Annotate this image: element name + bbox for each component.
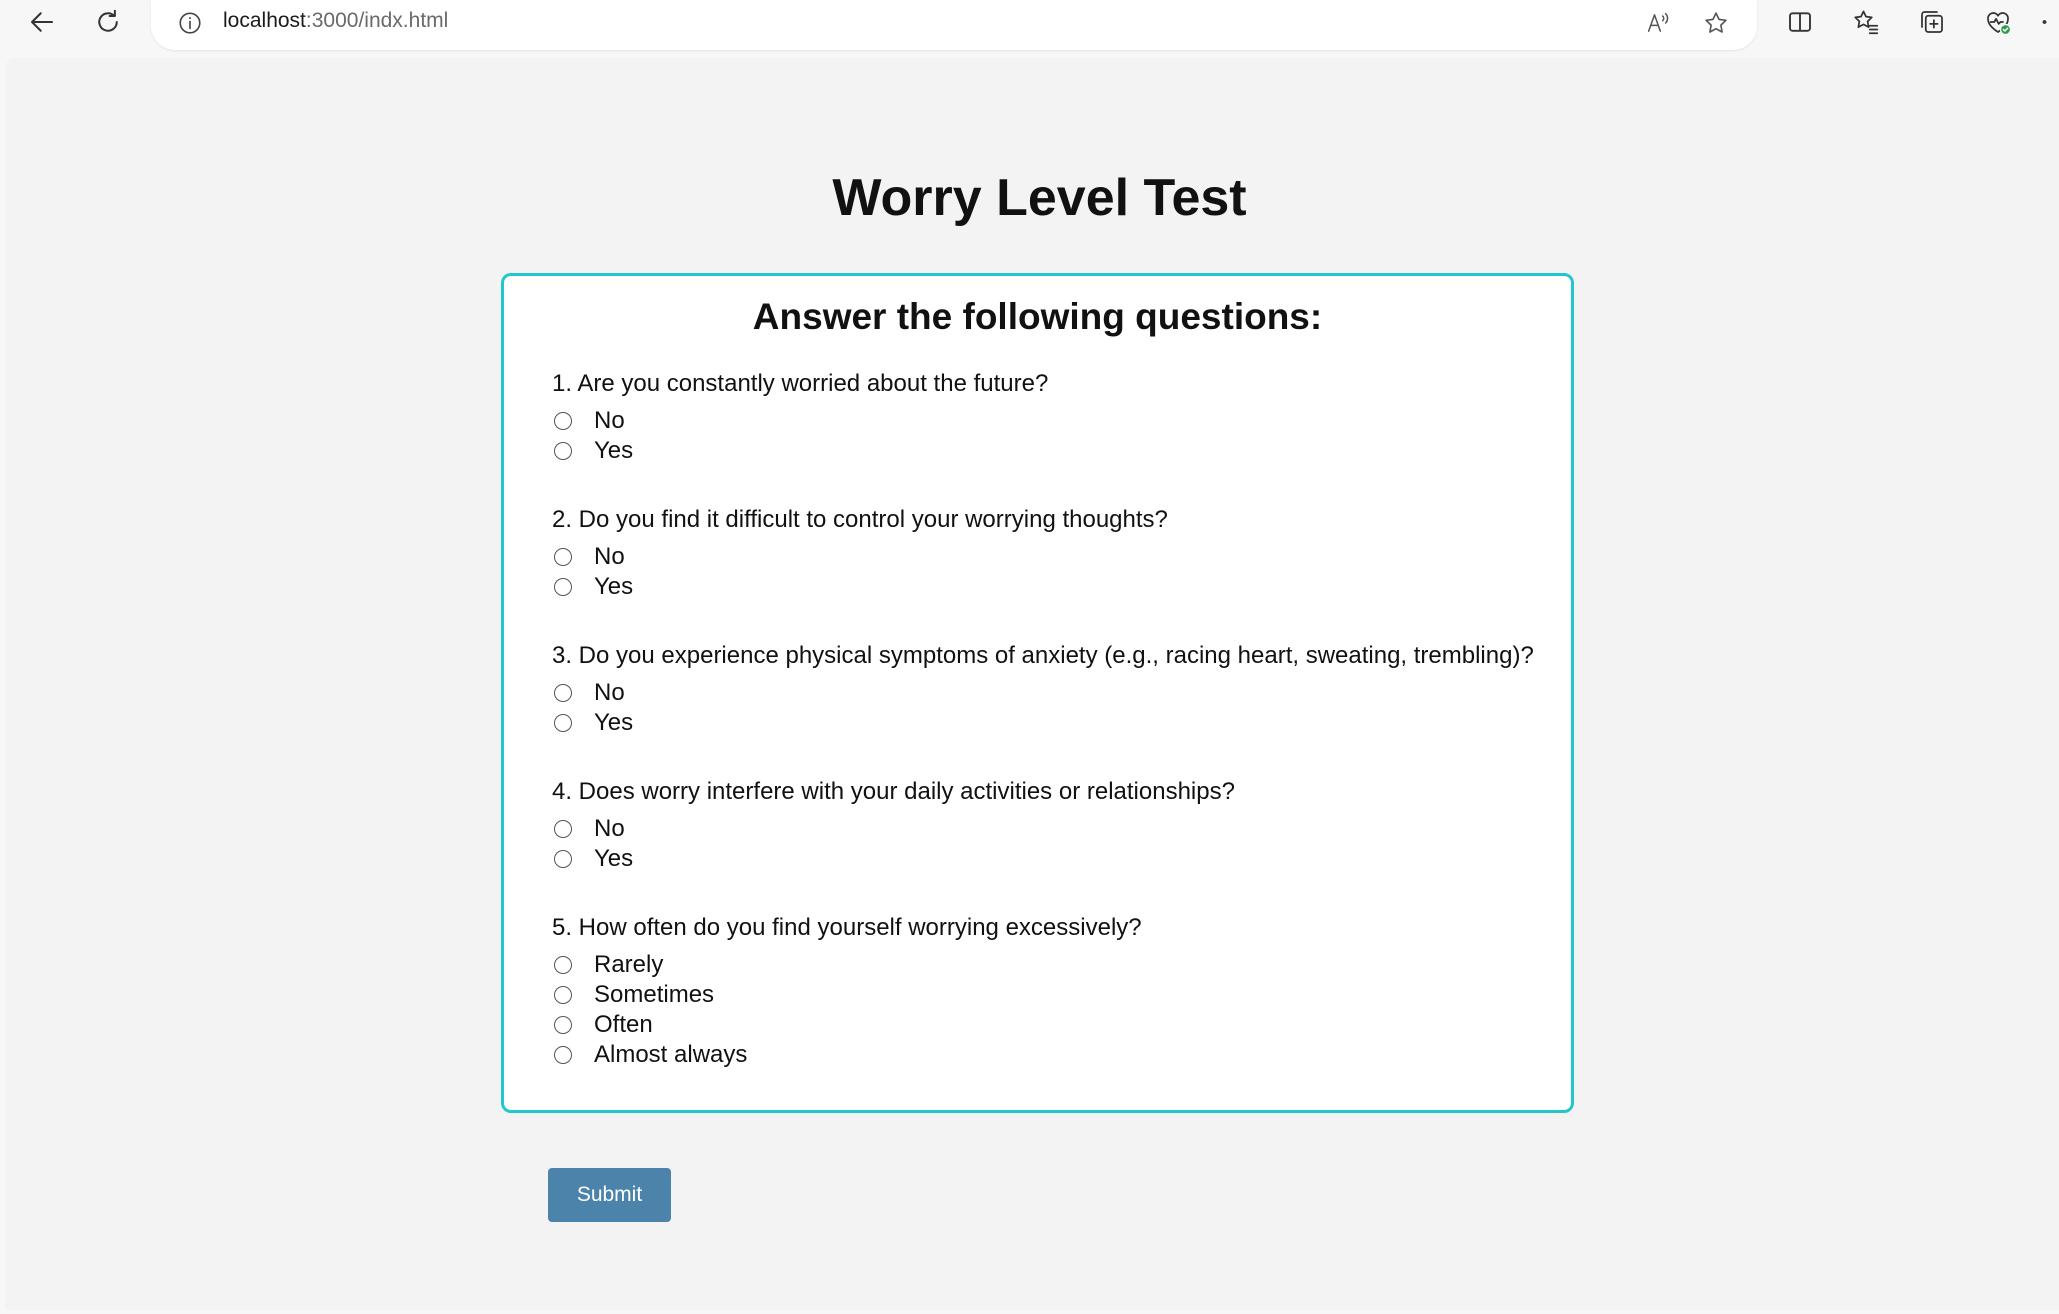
radio-button[interactable]	[554, 412, 572, 430]
option-label: Often	[594, 1011, 653, 1038]
q2-option-no[interactable]: No	[552, 542, 625, 572]
browser-essentials-icon[interactable]	[1978, 2, 2018, 42]
option-label: No	[594, 679, 625, 706]
q3-option-yes[interactable]: Yes	[552, 708, 633, 738]
q1-option-no[interactable]: No	[552, 406, 625, 436]
favorite-star-icon[interactable]	[1699, 6, 1733, 40]
option-label: No	[594, 543, 625, 570]
option-label: No	[594, 407, 625, 434]
favorites-icon[interactable]	[1846, 2, 1886, 42]
radio-button[interactable]	[554, 1016, 572, 1034]
read-aloud-icon[interactable]	[1641, 6, 1675, 40]
q5-option-sometimes[interactable]: Sometimes	[552, 980, 714, 1010]
q4-option-yes[interactable]: Yes	[552, 844, 633, 874]
refresh-icon[interactable]	[88, 2, 128, 42]
q4-option-no[interactable]: No	[552, 814, 625, 844]
page-title: Worry Level Test	[832, 169, 1247, 227]
radio-button[interactable]	[554, 578, 572, 596]
radio-button[interactable]	[554, 548, 572, 566]
collections-icon[interactable]	[1912, 2, 1952, 42]
card-title: Answer the following questions:	[752, 296, 1323, 337]
q5-option-often[interactable]: Often	[552, 1010, 653, 1040]
question-1: 1. Are you constantly worried about the …	[552, 370, 1049, 397]
questionnaire-card: Answer the following questions: 1. Are y…	[501, 273, 1574, 1113]
option-label: Yes	[594, 573, 634, 600]
option-label: Sometimes	[594, 981, 715, 1008]
q2-option-yes[interactable]: Yes	[552, 572, 633, 602]
more-icon[interactable]	[2030, 2, 2059, 42]
back-arrow-icon[interactable]	[22, 2, 62, 42]
page-viewport: Worry Level Test Answer the following qu…	[5, 58, 2059, 1310]
radio-button[interactable]	[554, 1046, 572, 1064]
q5-option-rarely[interactable]: Rarely	[552, 950, 663, 980]
submit-button[interactable]: Submit	[548, 1168, 671, 1222]
radio-button[interactable]	[554, 850, 572, 868]
address-bar[interactable]: localhost:3000/indx.html	[151, 0, 1757, 50]
split-screen-icon[interactable]	[1780, 2, 1820, 42]
question-2: 2. Do you find it difficult to control y…	[552, 506, 1168, 533]
q1-option-yes[interactable]: Yes	[552, 436, 633, 466]
radio-button[interactable]	[554, 986, 572, 1004]
site-info-icon[interactable]	[175, 8, 205, 38]
question-5: 5. How often do you find yourself worryi…	[552, 914, 1142, 941]
option-label: No	[594, 815, 625, 842]
question-4: 4. Does worry interfere with your daily …	[552, 778, 1235, 805]
radio-button[interactable]	[554, 684, 572, 702]
q5-option-almost-always[interactable]: Almost always	[552, 1040, 747, 1070]
radio-button[interactable]	[554, 820, 572, 838]
option-label: Yes	[594, 709, 634, 736]
radio-button[interactable]	[554, 956, 572, 974]
option-label: Yes	[594, 437, 634, 464]
option-label: Rarely	[594, 951, 664, 978]
question-3: 3. Do you experience physical symptoms o…	[552, 642, 1534, 669]
option-label: Almost always	[594, 1041, 748, 1068]
url-path: :3000/indx.html	[305, 9, 449, 32]
url-host: localhost	[223, 9, 306, 32]
radio-button[interactable]	[554, 714, 572, 732]
option-label: Yes	[594, 845, 634, 872]
url-text[interactable]: localhost:3000/indx.html	[223, 9, 448, 33]
browser-toolbar: localhost:3000/indx.html	[0, 0, 2059, 58]
radio-button[interactable]	[554, 442, 572, 460]
q3-option-no[interactable]: No	[552, 678, 625, 708]
